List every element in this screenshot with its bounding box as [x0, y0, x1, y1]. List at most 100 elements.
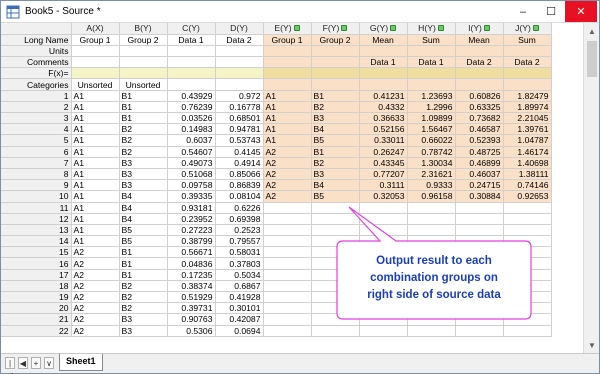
data-cell[interactable]: [407, 224, 456, 237]
data-cell[interactable]: B1: [119, 101, 168, 114]
meta-cell[interactable]: Data 1: [167, 34, 216, 46]
sheet-list-button[interactable]: ∨: [44, 357, 54, 369]
data-cell[interactable]: 0.16778: [215, 101, 264, 114]
data-cell[interactable]: B2: [119, 291, 168, 304]
data-cell[interactable]: [311, 313, 360, 326]
data-cell[interactable]: [407, 302, 456, 315]
data-cell[interactable]: [503, 325, 552, 337]
meta-cell[interactable]: [215, 56, 264, 69]
data-cell[interactable]: [359, 325, 408, 337]
data-cell[interactable]: 2.31621: [407, 168, 456, 181]
meta-cell[interactable]: [167, 67, 216, 80]
data-cell[interactable]: B4: [119, 213, 168, 225]
data-cell[interactable]: 0.3111: [359, 179, 408, 192]
data-cell[interactable]: 0.46899: [455, 157, 504, 169]
data-cell[interactable]: B3: [311, 168, 360, 181]
meta-cell[interactable]: [407, 78, 456, 91]
meta-cell[interactable]: Data 2: [503, 56, 552, 69]
data-cell[interactable]: [263, 269, 312, 281]
data-cell[interactable]: B5: [119, 224, 168, 237]
data-cell[interactable]: B3: [119, 313, 168, 326]
data-cell[interactable]: B1: [311, 90, 360, 102]
data-cell[interactable]: 0.96158: [407, 190, 456, 203]
meta-cell[interactable]: [263, 45, 312, 58]
data-cell[interactable]: A2: [263, 157, 312, 169]
data-cell[interactable]: 0.9333: [407, 179, 456, 192]
data-cell[interactable]: 0.23952: [167, 213, 216, 225]
data-cell[interactable]: A1: [71, 157, 120, 169]
data-cell[interactable]: 0.17235: [167, 269, 216, 281]
data-cell[interactable]: [263, 280, 312, 293]
column-header[interactable]: G(Y): [359, 23, 408, 35]
meta-cell[interactable]: [503, 78, 552, 91]
data-cell[interactable]: A1: [71, 190, 120, 203]
data-cell[interactable]: 0.30884: [455, 190, 504, 203]
meta-cell[interactable]: [263, 67, 312, 80]
meta-cell[interactable]: [503, 45, 552, 58]
data-cell[interactable]: [503, 213, 552, 225]
data-cell[interactable]: 0.92653: [503, 190, 552, 203]
data-cell[interactable]: 0.38799: [167, 235, 216, 248]
data-cell[interactable]: B1: [311, 146, 360, 158]
data-cell[interactable]: 0.79557: [215, 235, 264, 248]
meta-cell[interactable]: Mean: [359, 34, 408, 46]
maximize-button[interactable]: ☐: [537, 1, 565, 22]
data-cell[interactable]: [263, 257, 312, 270]
data-cell[interactable]: [263, 213, 312, 225]
meta-cell[interactable]: [359, 45, 408, 58]
data-cell[interactable]: 0.14983: [167, 123, 216, 136]
data-cell[interactable]: 1.09899: [407, 112, 456, 125]
data-cell[interactable]: 0.972: [215, 90, 264, 102]
data-cell[interactable]: [503, 202, 552, 214]
data-cell[interactable]: B2: [119, 146, 168, 158]
data-cell[interactable]: B3: [119, 168, 168, 181]
column-header[interactable]: J(Y): [503, 23, 552, 35]
data-cell[interactable]: B2: [119, 302, 168, 315]
data-cell[interactable]: A1: [71, 112, 120, 125]
data-cell[interactable]: 0.46037: [455, 168, 504, 181]
prev-sheet-button[interactable]: ◀: [18, 357, 28, 369]
data-cell[interactable]: A1: [263, 134, 312, 147]
meta-cell[interactable]: Group 2: [119, 34, 168, 46]
data-cell[interactable]: 1.82479: [503, 90, 552, 102]
meta-cell[interactable]: [167, 78, 216, 91]
meta-cell[interactable]: Unsorted: [119, 78, 168, 91]
data-cell[interactable]: [359, 302, 408, 315]
data-cell[interactable]: 0.54607: [167, 146, 216, 158]
data-cell[interactable]: A2: [71, 280, 120, 293]
data-cell[interactable]: [407, 235, 456, 248]
data-cell[interactable]: 0.33011: [359, 134, 408, 147]
data-cell[interactable]: 0.85066: [215, 168, 264, 181]
data-cell[interactable]: [311, 302, 360, 315]
data-cell[interactable]: 0.30101: [215, 302, 264, 315]
data-cell[interactable]: [311, 325, 360, 337]
data-cell[interactable]: [263, 246, 312, 259]
data-cell[interactable]: [359, 213, 408, 225]
data-cell[interactable]: B2: [311, 101, 360, 114]
corner-cell[interactable]: [1, 23, 72, 35]
meta-cell[interactable]: [359, 67, 408, 80]
meta-cell[interactable]: Group 1: [71, 34, 120, 46]
data-cell[interactable]: B2: [311, 157, 360, 169]
data-cell[interactable]: A2: [71, 325, 120, 337]
data-cell[interactable]: B1: [119, 269, 168, 281]
data-cell[interactable]: 0.39335: [167, 190, 216, 203]
column-header[interactable]: A(X): [71, 23, 120, 35]
minimize-button[interactable]: –: [509, 1, 537, 22]
data-cell[interactable]: 0.76239: [167, 101, 216, 114]
data-cell[interactable]: [263, 224, 312, 237]
data-cell[interactable]: 0.49073: [167, 157, 216, 169]
data-cell[interactable]: 0.09758: [167, 179, 216, 192]
data-cell[interactable]: 1.2996: [407, 101, 456, 114]
data-cell[interactable]: [455, 325, 504, 337]
data-cell[interactable]: 0.51929: [167, 291, 216, 304]
data-cell[interactable]: 0.04836: [167, 257, 216, 270]
data-cell[interactable]: [263, 202, 312, 214]
data-cell[interactable]: B4: [119, 190, 168, 203]
meta-cell[interactable]: [167, 45, 216, 58]
data-cell[interactable]: A2: [71, 302, 120, 315]
meta-cell[interactable]: [407, 67, 456, 80]
data-cell[interactable]: [263, 291, 312, 304]
data-cell[interactable]: B2: [119, 123, 168, 136]
column-header[interactable]: F(Y): [311, 23, 360, 35]
